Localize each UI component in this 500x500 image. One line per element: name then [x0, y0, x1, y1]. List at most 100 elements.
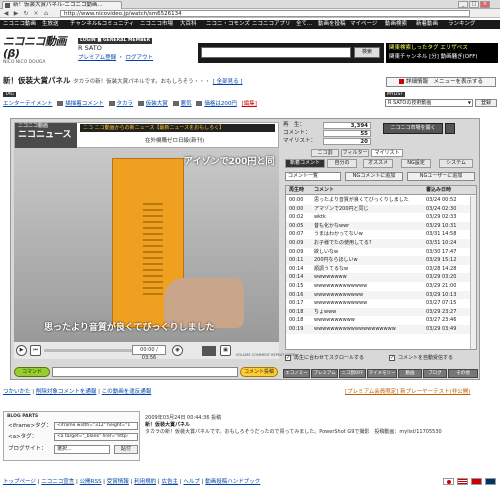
comment-row[interactable]: 00:18 wwwwwwwwww 03/27 23:46 — [286, 316, 476, 325]
search-button[interactable]: 検索 — [354, 47, 380, 58]
flag-cn-icon[interactable] — [471, 478, 482, 485]
tab-new-comments[interactable]: 新着コメント — [285, 159, 325, 168]
tag-link[interactable]: エンターテイメント — [3, 101, 53, 107]
topnav-item[interactable]: ニコニコ動画 — [3, 21, 36, 28]
topnav-right-item[interactable]: マイページ — [350, 21, 377, 28]
tab-mine[interactable]: 自分の — [327, 159, 357, 168]
comment-row[interactable]: 00:16 wwwwwwwwwwww 03/29 10:13 — [286, 290, 476, 300]
flag-jp-icon[interactable] — [443, 478, 454, 485]
ng-comment-button[interactable]: NGコメントに追加 — [345, 172, 403, 181]
detail-menu-button[interactable]: 詳細情報 メニューを表示する — [386, 77, 496, 87]
footer-link[interactable]: ヘルプ — [183, 479, 200, 485]
howto-link[interactable]: つかいかた — [3, 389, 31, 395]
minimize-icon[interactable]: _ — [458, 1, 468, 8]
topnav-item[interactable]: ニコニコ市場 — [140, 21, 173, 28]
dictionary-icon[interactable] — [137, 101, 144, 106]
mylist-add-button[interactable]: 登録 — [475, 99, 497, 107]
mode-tab[interactable]: ブログ — [423, 369, 447, 378]
comment-row[interactable]: 00:00 思ったより音質が良くてびっくりしました 03/24 00:52 — [286, 196, 476, 205]
stop-icon[interactable]: × — [32, 10, 40, 17]
search-input[interactable] — [201, 47, 351, 58]
comment-row[interactable]: 00:09 お子様でたの使用してる？ 03/31 10:24 — [286, 238, 476, 248]
footer-link[interactable]: トップページ — [3, 479, 36, 485]
comment-row[interactable]: 00:18 ちょwww 03/29 23:27 — [286, 307, 476, 317]
blog-site-select[interactable]: 選択... — [54, 445, 110, 454]
topnav-right-item[interactable]: 新着動画 — [416, 21, 438, 28]
iframe-code-field[interactable]: <iframe width="312" height="1 — [54, 422, 138, 430]
tab-nicowari[interactable]: ニコ割 — [311, 149, 339, 157]
footer-link[interactable]: 利用規約 — [134, 479, 156, 485]
comment-row[interactable]: 00:14 wwwwwwww 03/29 03:20 — [286, 273, 476, 282]
info-line-1[interactable]: 関東検索しったタグ エリザベス — [389, 44, 495, 53]
video-screen[interactable]: アイゾンで200円と同 思ったより音質が良くてびっくりしました — [14, 148, 279, 341]
dictionary-icon[interactable] — [108, 101, 115, 106]
tab-filter[interactable]: フィルター — [341, 149, 369, 157]
reload-icon[interactable]: ↻ — [22, 10, 30, 17]
comment-row[interactable]: 00:02 wktk 03/29 02:33 — [286, 213, 476, 222]
tab-mylist[interactable]: マイリスト — [371, 149, 403, 157]
topnav-item[interactable]: 生放送 — [42, 21, 59, 28]
flag-us-icon[interactable] — [457, 478, 468, 485]
comment-row[interactable]: 00:19 wwwwwwwwwwwwwwwwwwww 03/29 03:49 — [286, 324, 476, 334]
dictionary-icon[interactable] — [196, 101, 203, 106]
tab-system[interactable]: システム — [439, 159, 473, 168]
command-button[interactable]: コマンド — [14, 367, 50, 377]
tag-edit-link[interactable]: [編集] — [242, 101, 257, 107]
topnav-item[interactable]: チャンネル&コミュニティ — [70, 21, 134, 28]
comment-scrollbar[interactable] — [470, 196, 476, 349]
site-logo[interactable]: ニコニコ動画(β) NICO NICO DOUGA — [3, 36, 73, 66]
comment-row[interactable]: 00:05 昔も化かなwwr 03/29 10:31 — [286, 221, 476, 231]
rewind-icon[interactable]: ⏮ — [30, 345, 41, 356]
footer-link[interactable]: 公開RSS — [80, 479, 102, 485]
play-icon[interactable]: ▶ — [16, 345, 27, 356]
comment-post-button[interactable]: コメント投稿 — [240, 367, 278, 377]
comment-list-select[interactable]: コメント一覧 — [285, 172, 341, 181]
footer-link[interactable]: ニコニコ宣言 — [41, 479, 74, 485]
col-comment[interactable]: コメント — [314, 186, 334, 194]
footer-link[interactable]: 受賞情報 — [107, 479, 129, 485]
tag-link[interactable]: タカラ — [117, 101, 134, 107]
flag-tw-icon[interactable] — [485, 478, 496, 485]
dictionary-icon[interactable] — [57, 101, 64, 106]
col-time[interactable]: 再生時 — [289, 186, 304, 194]
paste-button[interactable]: 貼付 — [114, 445, 138, 454]
logout-link[interactable]: ログアウト — [125, 55, 153, 61]
autoscroll-checkbox[interactable]: ✓ — [285, 355, 291, 361]
report-comment-link[interactable]: 削除対象コメントを通報 — [36, 389, 97, 395]
comment-row[interactable]: 00:09 欲しいなw 03/30 17:47 — [286, 248, 476, 257]
comment-row[interactable]: 00:00 アマゾンで200円と同じ 03/24 02:30 — [286, 204, 476, 214]
mode-tab[interactable]: マイメモリー — [367, 369, 397, 378]
tag-link[interactable]: 悪気 — [181, 101, 192, 107]
topnav-right-item[interactable]: ランキング — [448, 21, 475, 28]
tab-recommend[interactable]: オススメ — [363, 159, 393, 168]
more-link[interactable]: [ 全部見る ] — [213, 79, 243, 85]
premium-test-link[interactable]: [プレミアム会員限定] 新プレーヤーテスト(非公開) — [345, 389, 470, 395]
home-icon[interactable]: ⌂ — [42, 10, 50, 17]
mode-tab[interactable]: エコノミー — [283, 369, 310, 378]
topnav-item[interactable]: 大百科 — [180, 21, 197, 28]
back-icon[interactable]: ◀ — [2, 10, 10, 17]
tag-link[interactable]: 仮装大賞 — [146, 101, 168, 107]
auto-receive-checkbox[interactable]: ✓ — [389, 355, 395, 361]
comment-row[interactable]: 00:14 順調うてるなw 03/28 14:28 — [286, 265, 476, 274]
info-line-2[interactable]: 関東チャンネル [分] 動画騒ぎ(OFF) — [389, 53, 495, 62]
url-bar[interactable]: http://www.nicovideo.jp/watch/sm6526134 — [60, 10, 470, 17]
tag-link[interactable]: 価格は200円 — [204, 101, 237, 107]
a-tag-code-field[interactable]: <a target="_blank" href="http: — [54, 433, 138, 441]
topnav-item[interactable]: 全て... — [296, 21, 312, 28]
comment-input[interactable] — [52, 367, 238, 377]
mylist-select[interactable]: R SATOの技術動画 — [385, 99, 473, 107]
dictionary-icon[interactable] — [172, 101, 179, 106]
ng-user-button[interactable]: NGユーザーに追加 — [407, 172, 475, 181]
footer-link[interactable]: 動画投稿ハンドブック — [205, 479, 260, 485]
tag-link[interactable]: 描描着コメント — [65, 101, 104, 107]
mode-tab[interactable]: その他 — [448, 369, 478, 378]
nico-market-toggle[interactable] — [445, 123, 455, 134]
comment-row[interactable]: 00:07 うまはわかってないw 03/31 14:58 — [286, 230, 476, 239]
mode-tab[interactable]: プレミアム — [311, 369, 338, 378]
report-video-link[interactable]: この動画を違反通報 — [102, 389, 152, 395]
close-icon[interactable]: × — [480, 1, 490, 8]
footer-link[interactable]: 広告主 — [162, 479, 179, 485]
fullscreen-icon[interactable]: ▣ — [220, 345, 231, 356]
volume-slider[interactable] — [202, 346, 216, 356]
